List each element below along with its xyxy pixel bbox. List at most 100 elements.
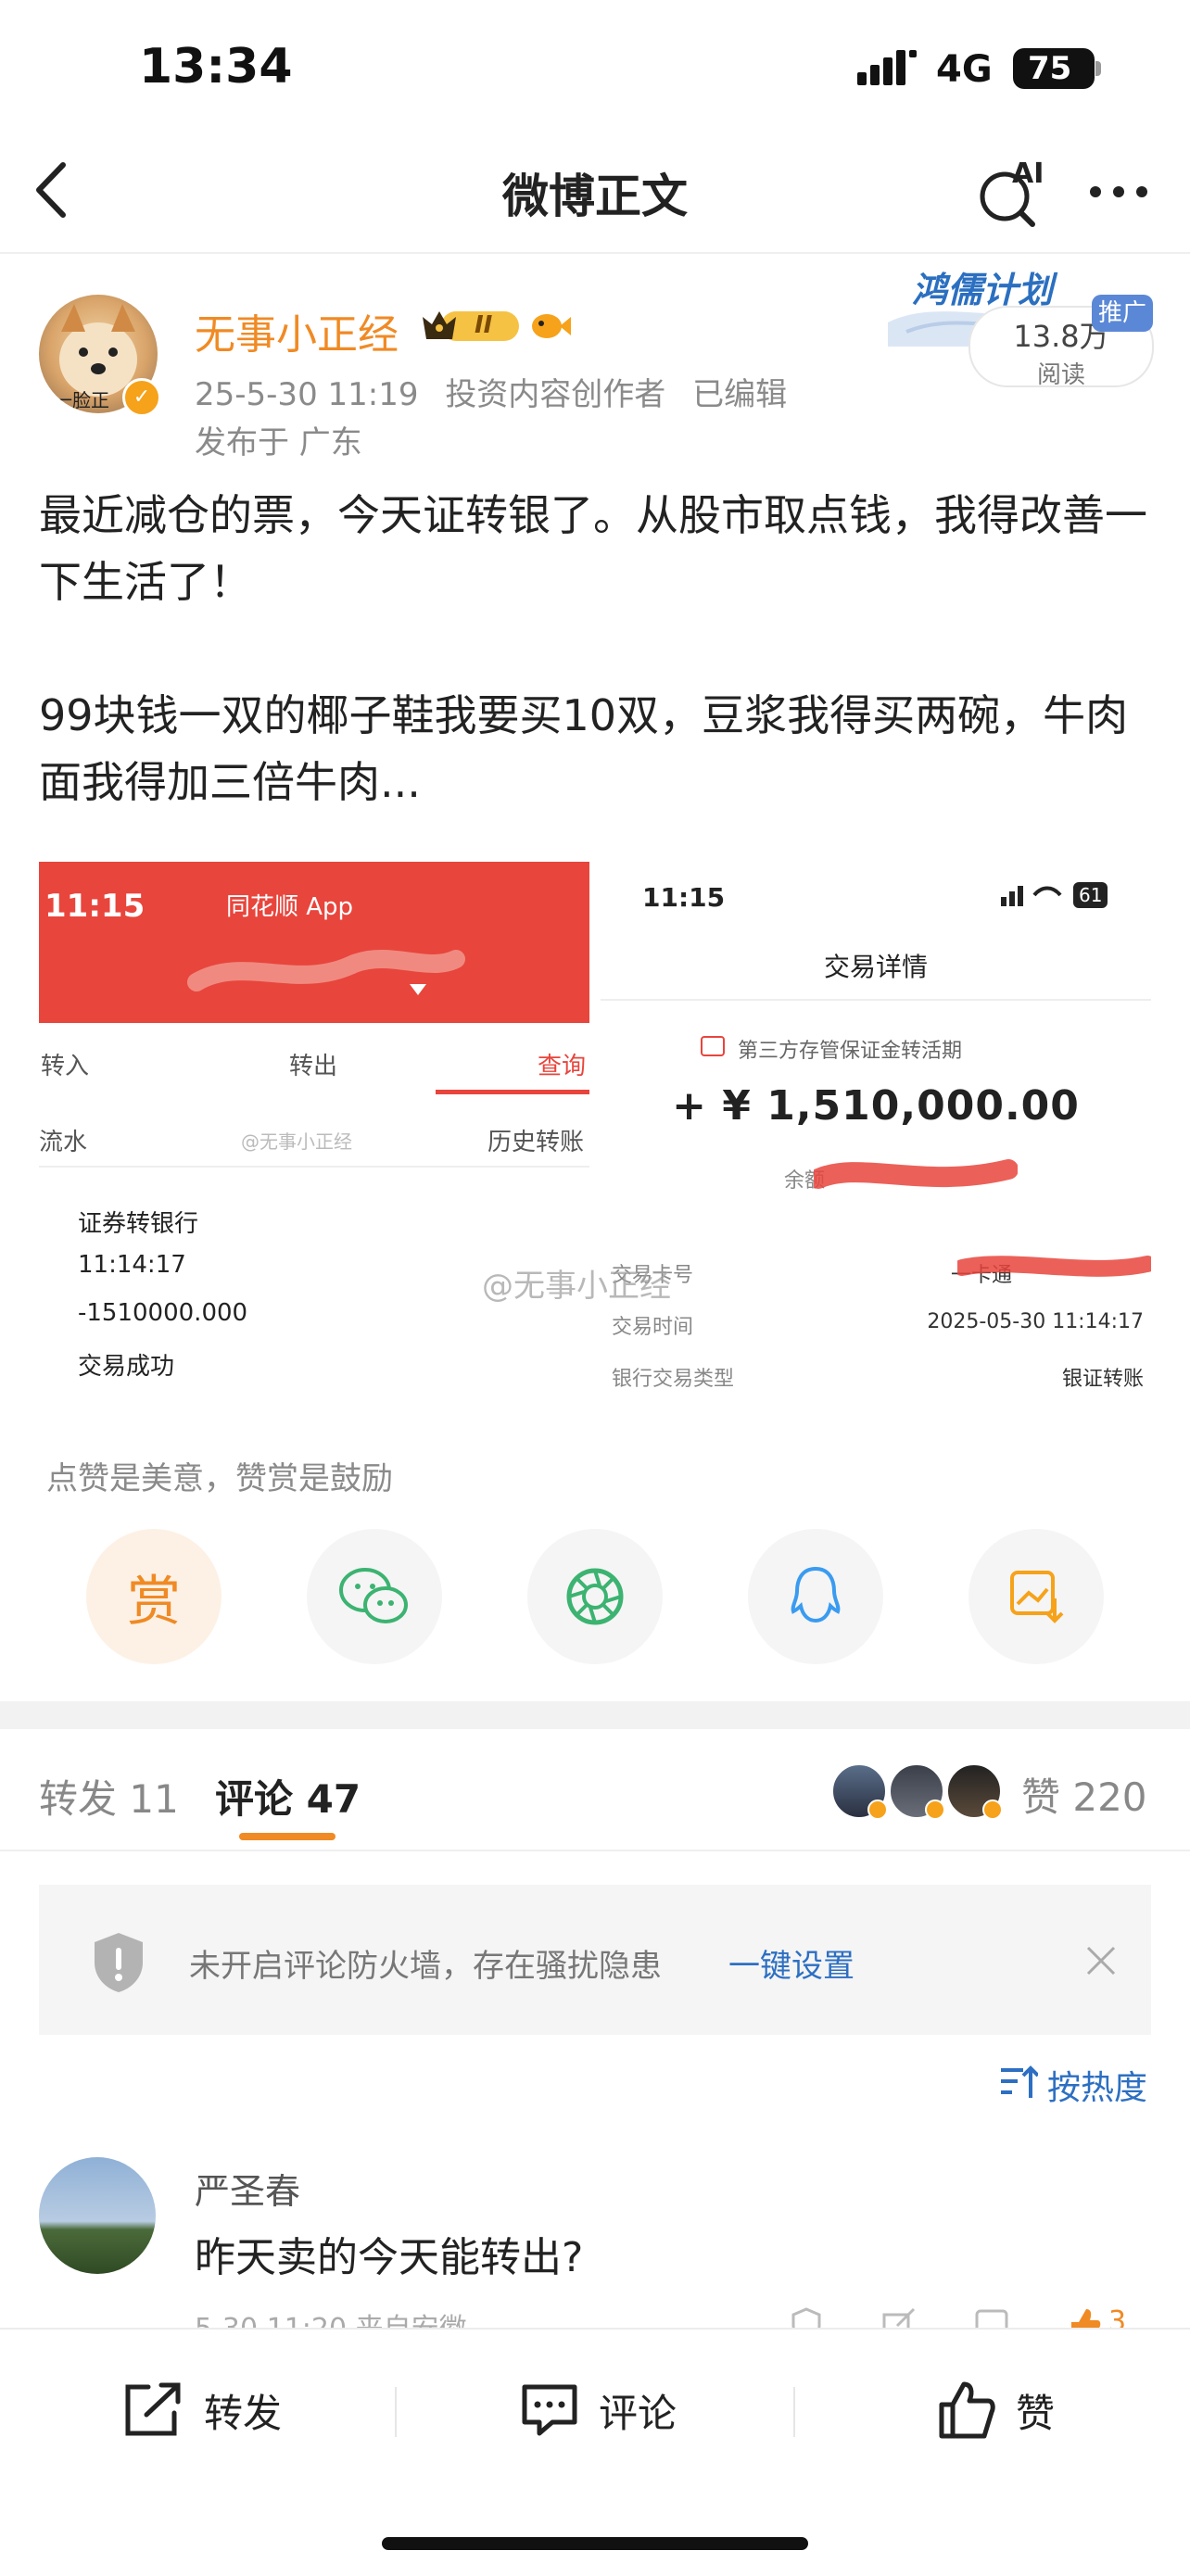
forward-label: 转发 <box>204 2390 283 2436</box>
image-right-battery: 61 <box>1073 882 1108 908</box>
card-number-redaction <box>957 1256 1151 1277</box>
network-type: 4G <box>936 48 993 91</box>
ai-label: AI <box>1012 158 1044 190</box>
row-label-3: 银行交易类型 <box>612 1368 735 1391</box>
home-indicator <box>382 2537 808 2550</box>
image-left-tabs: 转入 转出 查询 <box>39 1029 589 1095</box>
bottom-divider <box>395 2387 397 2437</box>
avatar-caption: 一脸正 <box>54 389 109 411</box>
save-image-button[interactable] <box>968 1529 1104 1664</box>
image-right-subtitle: 第三方存管保证金转活期 <box>738 1040 963 1063</box>
commenter-avatar[interactable] <box>39 2157 156 2274</box>
nav-divider <box>0 252 1190 254</box>
comment-label: 评论 <box>599 2390 677 2436</box>
image-left-sub-left: 流水 <box>39 1129 88 1156</box>
image-left-tab-2: 转出 <box>289 1053 338 1080</box>
post-meta: 25-5-30 11:19 投资内容创作者 已编辑 <box>195 369 804 414</box>
more-options-icon[interactable] <box>1086 178 1151 206</box>
transfer-amount: + ¥ 1,510,000.00 <box>672 1082 1080 1130</box>
tab-active-indicator <box>239 1833 335 1840</box>
row-label-2: 交易时间 <box>612 1316 694 1339</box>
verified-badge-icon: ✓ <box>122 378 161 417</box>
liker-avatars[interactable] <box>830 1762 1003 1820</box>
ai-search-icon[interactable]: AI <box>973 156 1047 230</box>
image-left-time: 11:15 <box>44 888 146 925</box>
reward-button[interactable]: 赏 <box>86 1529 222 1664</box>
post-image-left[interactable]: 11:15 同花顺 App 转入 转出 查询 流水 @无事小正经 历史转账 证券… <box>39 862 589 1408</box>
post-paragraph-1: 最近减仓的票，今天证转银了。从股市取点钱，我得改善一下生活了！ <box>39 490 1147 607</box>
promo-tag: 推广 <box>1092 295 1153 332</box>
commenter-name[interactable]: 严圣春 <box>195 2163 300 2214</box>
bottom-divider <box>793 2387 795 2437</box>
record-line-1: 证券转银行 <box>78 1210 199 1238</box>
verified-badge-icon <box>925 1799 945 1820</box>
battery-icon: 75 <box>1013 48 1095 89</box>
balance-redaction <box>814 1159 1018 1189</box>
thumbs-up-icon <box>939 2381 995 2439</box>
level-badge-text: II <box>475 311 493 339</box>
fan-badge-icon <box>532 314 571 338</box>
author-name[interactable]: 无事小正经 <box>195 301 399 360</box>
row-value-2: 2025-05-30 11:14:17 <box>927 1310 1144 1333</box>
image-left-tab-underline <box>436 1090 589 1094</box>
image-left-sub-watermark: @无事小正经 <box>241 1130 352 1153</box>
record-line-4: 交易成功 <box>78 1353 175 1381</box>
author-role: 投资内容创作者 <box>445 376 666 413</box>
image-left-app-name: 同花顺 App <box>226 893 354 921</box>
image-watermark: @无事小正经 <box>482 1268 671 1305</box>
tab-like-count[interactable]: 赞 220 <box>1021 1766 1147 1823</box>
post-image-right[interactable]: 11:15 61 交易详情 第三方存管保证金转活期 + ¥ 1,510,000.… <box>601 862 1151 1408</box>
tabs-divider <box>0 1850 1190 1851</box>
forward-icon <box>125 2382 181 2436</box>
comment-icon <box>522 2384 577 2436</box>
level-crown-badge[interactable]: II <box>419 306 523 347</box>
firewall-text: 未开启评论防火墙，存在骚扰隐患 <box>189 1948 662 1985</box>
tab-forward[interactable]: 转发 11 <box>39 1768 179 1825</box>
redaction-scribble <box>187 950 465 995</box>
image-left-tab-3: 查询 <box>538 1053 587 1080</box>
share-row: 赏 <box>0 1529 1190 1668</box>
comment-button[interactable]: 评论 <box>519 2378 677 2443</box>
record-line-3: -1510000.000 <box>78 1299 248 1327</box>
battery-level: 75 <box>1028 50 1072 87</box>
image-right-header-divider <box>601 999 1151 1001</box>
qq-icon <box>791 1566 841 1623</box>
comment-text: 昨天卖的今天能转出? <box>195 2234 584 2281</box>
image-right-time: 11:15 <box>642 882 726 913</box>
sort-by-hot[interactable]: 按热度 <box>1047 2061 1147 2109</box>
signal-icon <box>857 50 917 85</box>
post-paragraph-2: 99块钱一双的椰子鞋我要买10双，豆浆我得买两碗，牛肉面我得加三倍牛肉... <box>39 690 1129 807</box>
share-wechat-button[interactable] <box>307 1529 442 1664</box>
wechat-icon <box>339 1568 408 1623</box>
post-location: 发布于 广东 <box>195 424 362 461</box>
edited-label: 已编辑 <box>692 376 788 413</box>
tab-comment[interactable]: 评论 47 <box>215 1768 361 1825</box>
image-left-subrow: 流水 @无事小正经 历史转账 <box>39 1110 589 1168</box>
battery-tip <box>1095 61 1101 76</box>
row-value-3: 银证转账 <box>1061 1368 1144 1391</box>
save-image-icon <box>1010 1571 1064 1623</box>
verified-badge-icon <box>867 1799 888 1820</box>
close-icon[interactable] <box>1082 1942 1120 1979</box>
share-qq-button[interactable] <box>748 1529 883 1664</box>
image-right-status: 61 <box>1001 882 1112 910</box>
image-left-sub-right: 历史转账 <box>487 1129 585 1156</box>
post-content: 最近减仓的票，今天证转银了。从股市取点钱，我得改善一下生活了！ 99块钱一双的椰… <box>39 482 1160 815</box>
like-button[interactable]: 赞 <box>936 2378 1055 2443</box>
reward-tip: 点赞是美意，赞赏是鼓励 <box>46 1460 393 1497</box>
like-label: 赞 <box>1016 2390 1056 2436</box>
share-moments-button[interactable] <box>527 1529 663 1664</box>
firewall-setup-link[interactable]: 一键设置 <box>728 1940 855 1986</box>
card-icon <box>701 1036 725 1056</box>
image-right-title: 交易详情 <box>823 952 928 982</box>
read-label: 阅读 <box>1036 361 1085 389</box>
image-left-tab-1: 转入 <box>41 1053 90 1080</box>
shield-icon <box>95 1933 143 1992</box>
record-line-2: 11:14:17 <box>78 1251 186 1279</box>
verified-badge-icon <box>982 1799 1003 1820</box>
post-date: 25-5-30 11:19 <box>195 376 419 413</box>
sort-icon[interactable] <box>999 2065 1038 2100</box>
plan-label[interactable]: 鸿儒计划 <box>912 261 1053 312</box>
forward-button[interactable]: 转发 <box>120 2378 282 2443</box>
section-divider <box>0 1701 1190 1729</box>
